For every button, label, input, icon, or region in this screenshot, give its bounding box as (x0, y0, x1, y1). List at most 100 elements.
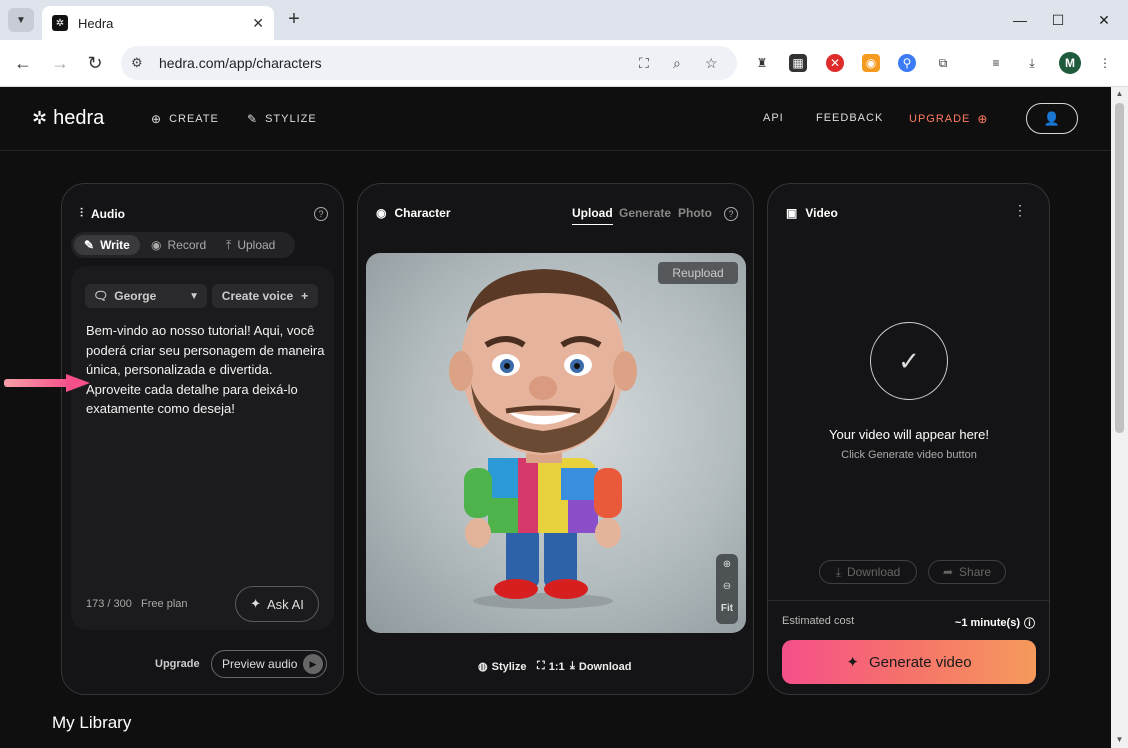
tab-generate[interactable]: Generate (619, 206, 671, 220)
download-video-label: Download (846, 565, 901, 579)
audio-title: Audio (91, 206, 126, 221)
media-control-icon[interactable]: ≡ (987, 54, 1005, 72)
create-voice-button[interactable]: Create voice + (212, 284, 318, 308)
extensions-puzzle-icon[interactable]: ⧉ (934, 54, 952, 72)
audio-panel: ⫶ Audio ? ✎ Write ◉ Record ⤒ Upload 🗨 Ge… (61, 183, 344, 695)
back-icon[interactable]: ← (12, 52, 34, 74)
browser-menu-icon[interactable]: ⋮ (1096, 54, 1114, 72)
counter-value: 173 / 300 (86, 598, 132, 610)
help-icon[interactable]: ? (314, 207, 328, 221)
extension-icon[interactable]: ♜ (753, 54, 771, 72)
forward-icon[interactable]: → (49, 52, 71, 74)
scroll-down-icon[interactable]: ▼ (1115, 735, 1124, 744)
page-scrollbar[interactable]: ▲ ▼ (1111, 87, 1128, 748)
close-icon[interactable]: ✕ (252, 15, 264, 32)
blocker-extension-icon[interactable]: ✕ (826, 54, 844, 72)
nav-stylize[interactable]: ✎ STYLIZE (247, 112, 317, 126)
scrollbar-thumb[interactable] (1115, 103, 1124, 433)
aspect-ratio-label: 1:1 (548, 660, 565, 673)
generate-video-label: Generate video (869, 653, 972, 671)
create-voice-label: Create voice (221, 289, 294, 303)
info-icon[interactable]: ⓘ (1024, 615, 1035, 631)
nav-upgrade-label: UPGRADE (909, 113, 971, 125)
download-video-button[interactable]: ⤓ Download (819, 560, 917, 584)
stylize-label: Stylize (491, 660, 527, 673)
address-bar[interactable]: ⚙ hedra.com/app/characters ⛶ ⌕ ☆ (121, 46, 737, 80)
tab-list-button[interactable]: ▼ (8, 8, 34, 32)
translate-icon[interactable]: ⛶ (639, 55, 649, 72)
audio-mode-tabs: ✎ Write ◉ Record ⤒ Upload (71, 232, 295, 258)
tab-write-label: Write (100, 238, 130, 252)
nav-create[interactable]: ⊕ CREATE (151, 112, 219, 126)
my-library-heading: My Library (52, 713, 132, 732)
reupload-button[interactable]: Reupload (658, 262, 738, 284)
estimated-cost-label: Estimated cost (782, 615, 855, 627)
close-window-button[interactable]: ✕ (1089, 8, 1119, 32)
download-icon[interactable]: ⤓ (1023, 54, 1041, 72)
bookmark-star-icon[interactable]: ☆ (705, 55, 718, 72)
share-icon: ➦ (942, 565, 954, 579)
upload-icon: ⤒ (226, 237, 232, 252)
zoom-in-icon[interactable]: ⊕ (716, 554, 738, 576)
audio-script-box: 🗨 George ▼ Create voice + Bem-vindo ao n… (71, 266, 334, 630)
nav-create-label: CREATE (169, 113, 219, 125)
chevron-down-icon: ▼ (189, 290, 199, 302)
upgrade-link[interactable]: Upgrade (155, 658, 200, 670)
voice-select[interactable]: 🗨 George ▼ (85, 284, 207, 308)
profile-avatar[interactable]: M (1059, 52, 1081, 74)
download-image-button[interactable]: ⤓ Download (570, 660, 631, 673)
reload-icon[interactable]: ↻ (84, 52, 106, 74)
hedra-logo-icon: ✲ (32, 108, 48, 128)
new-tab-button[interactable]: + (284, 8, 304, 32)
user-account-button[interactable]: 👤 (1026, 103, 1078, 134)
tab-photo[interactable]: Photo (678, 206, 712, 220)
extension-blue-icon[interactable]: ⚲ (898, 54, 916, 72)
nav-api-label: API (763, 112, 784, 124)
nav-feedback[interactable]: FEEDBACK (816, 112, 883, 124)
share-video-button[interactable]: ➦ Share (928, 560, 1006, 584)
minimize-button[interactable]: — (1005, 8, 1035, 32)
hedra-logo[interactable]: ✲ hedra (32, 107, 104, 130)
preview-audio-label: Preview audio (222, 657, 298, 671)
preview-audio-button[interactable]: Preview audio ▶ (211, 650, 327, 678)
pencil-icon: ✎ (84, 238, 95, 252)
nav-api[interactable]: API (763, 112, 784, 124)
tab-upload-image[interactable]: Upload (572, 206, 613, 225)
script-textarea[interactable]: Bem-vindo ao nosso tutorial! Aqui, você … (86, 321, 326, 419)
browser-toolbar: ← → ↻ ⚙ hedra.com/app/characters ⛶ ⌕ ☆ ♜… (0, 40, 1128, 87)
site-settings-icon[interactable]: ⚙ (131, 55, 147, 71)
zoom-fit-button[interactable]: Fit (716, 598, 738, 620)
video-panel: ▣ Video ⋮ ✓ Your video will appear here!… (767, 183, 1050, 695)
character-title: Character (394, 206, 451, 220)
estimated-cost-text: ~1 minute(s) (954, 617, 1020, 629)
zoom-out-icon[interactable]: ⊖ (716, 576, 738, 598)
tab-upload-label: Upload (237, 238, 276, 252)
plan-label: Free plan (141, 598, 188, 610)
zoom-icon[interactable]: ⌕ (673, 55, 681, 72)
nav-upgrade[interactable]: UPGRADE ⊕ (909, 112, 988, 126)
scroll-up-icon[interactable]: ▲ (1115, 89, 1124, 98)
maximize-button[interactable]: ☐ (1043, 8, 1073, 32)
tab-record-label: Record (167, 238, 207, 252)
sparkle-icon: ✦ (846, 654, 859, 671)
qr-code-icon[interactable]: ▦ (789, 54, 807, 72)
browser-tab[interactable]: ✲ Hedra ✕ (42, 6, 274, 40)
help-icon[interactable]: ? (724, 207, 738, 221)
voice-icon: 🗨 (93, 289, 109, 303)
audio-panel-title: ⫶ Audio (80, 206, 125, 221)
palette-icon: ◍ (478, 661, 488, 673)
tab-upload[interactable]: ⤒ Upload (216, 235, 285, 255)
more-options-icon[interactable]: ⋮ (1013, 202, 1027, 219)
logo-text: hedra (53, 107, 105, 129)
aspect-ratio-button[interactable]: ⛶ 1:1 (537, 660, 565, 673)
stylize-button[interactable]: ◍ Stylize (478, 660, 527, 674)
ask-ai-button[interactable]: ✦ Ask AI (235, 586, 319, 622)
extension-orange-icon[interactable]: ◉ (862, 54, 880, 72)
generate-video-button[interactable]: ✦ Generate video (782, 640, 1036, 684)
character-panel: ◉ Character Upload Generate Photo ? Reup… (357, 183, 754, 695)
tab-record[interactable]: ◉ Record (141, 235, 216, 255)
pointer-arrow-icon (4, 374, 90, 392)
tab-write[interactable]: ✎ Write (74, 235, 140, 255)
record-icon: ◉ (151, 238, 162, 252)
video-panel-title: ▣ Video (786, 206, 838, 220)
